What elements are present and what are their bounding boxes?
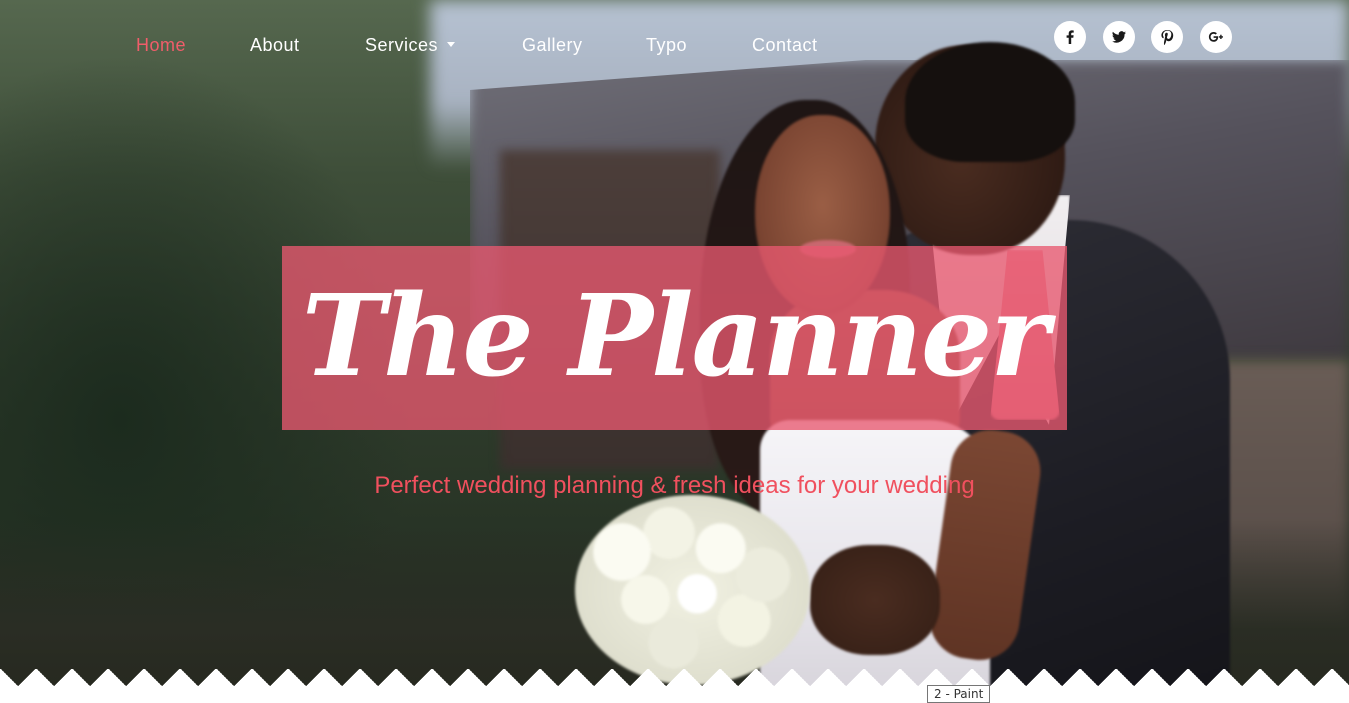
nav-item-about[interactable]: About	[250, 32, 300, 58]
nav-item-services[interactable]: Services	[365, 32, 456, 58]
nav-item-typo[interactable]: Typo	[646, 32, 687, 58]
pinterest-icon	[1161, 30, 1174, 45]
google-plus-icon	[1208, 32, 1223, 42]
twitter-icon	[1112, 31, 1126, 43]
zigzag-base	[0, 699, 1349, 703]
google-plus-button[interactable]	[1200, 21, 1232, 53]
nav-item-home[interactable]: Home	[136, 32, 186, 58]
nav-item-services-label: Services	[365, 35, 439, 55]
taskbar-tooltip: 2 - Paint	[927, 685, 991, 703]
pinterest-button[interactable]	[1151, 21, 1183, 53]
main-nav: Home About Services Gallery Typo Contact	[0, 32, 900, 58]
nav-item-gallery[interactable]: Gallery	[522, 32, 583, 58]
site-title: The Planner	[301, 271, 1049, 402]
facebook-button[interactable]	[1054, 21, 1086, 53]
hero-tagline: Perfect wedding planning & fresh ideas f…	[374, 472, 975, 499]
twitter-button[interactable]	[1103, 21, 1135, 53]
facebook-icon	[1066, 30, 1074, 44]
social-links	[1054, 21, 1234, 53]
nav-item-contact[interactable]: Contact	[752, 32, 818, 58]
zigzag-divider	[0, 669, 1349, 703]
caret-down-icon	[447, 41, 456, 47]
title-banner: The Planner	[282, 246, 1067, 430]
bouquet-image	[575, 495, 810, 685]
